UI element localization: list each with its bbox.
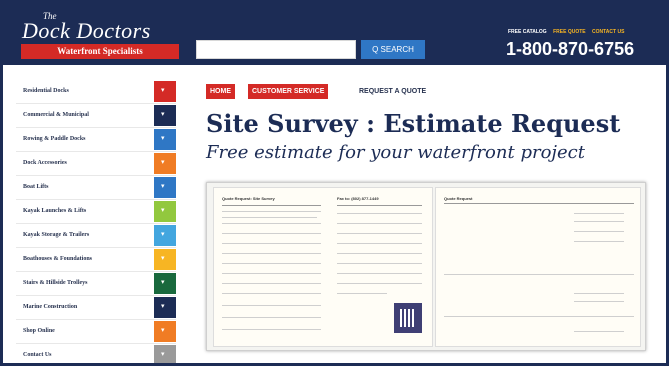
- chevron-down-icon[interactable]: [154, 81, 176, 102]
- sidebar-item-boat-lifts[interactable]: Boat Lifts: [16, 176, 176, 200]
- qr-code-icon: [394, 303, 422, 333]
- browser-screenshot: The Dock Doctors Waterfront Specialists …: [0, 0, 669, 366]
- sidebar-item-residential-docks[interactable]: Residential Docks: [16, 80, 176, 104]
- chevron-down-icon[interactable]: [154, 249, 176, 270]
- contact-link[interactable]: CONTACT US: [592, 29, 624, 35]
- sidebar-item-label: Dock Accessories: [23, 160, 67, 166]
- chevron-down-icon[interactable]: [154, 201, 176, 222]
- page-subtitle: Free estimate for your waterfront projec…: [206, 142, 585, 163]
- chevron-down-icon[interactable]: [154, 345, 176, 363]
- sidebar-item-label: Boathouses & Foundations: [23, 256, 93, 262]
- sidebar-item-label: Boat Lifts: [23, 184, 49, 190]
- sidebar-item-contact-us[interactable]: Contact Us: [16, 344, 176, 363]
- logo-tagline: Waterfront Specialists: [21, 44, 179, 59]
- search-input[interactable]: [196, 40, 356, 59]
- page-title: Site Survey : Estimate Request: [206, 109, 621, 138]
- dock-doctors-logo[interactable]: The Dock Doctors Waterfront Specialists: [16, 9, 179, 61]
- sidebar-item-label: Contact Us: [23, 352, 52, 358]
- sidebar-item-commercial-municipal[interactable]: Commercial & Municipal: [16, 104, 176, 128]
- sidebar-item-kayak-storage[interactable]: Kayak Storage & Trailers: [16, 224, 176, 248]
- sidebar-item-shop-online[interactable]: Shop Online: [16, 320, 176, 344]
- phone-number[interactable]: 1-800-870-6756: [506, 39, 634, 60]
- chevron-down-icon[interactable]: [154, 105, 176, 126]
- sidebar-item-label: Residential Docks: [23, 88, 69, 94]
- estimate-form-preview[interactable]: Quote Request: Site Survey Fax to: (802)…: [206, 182, 646, 351]
- sidebar-item-boathouses[interactable]: Boathouses & Foundations: [16, 248, 176, 272]
- form-fax-label: Fax to: (802) 877-1449: [337, 196, 379, 201]
- free-catalog-link[interactable]: FREE CATALOG: [508, 29, 547, 35]
- logo-name: Dock Doctors: [22, 18, 151, 43]
- sidebar-item-label: Marine Construction: [23, 304, 78, 310]
- sidebar-item-label: Rowing & Paddle Docks: [23, 136, 86, 142]
- chevron-down-icon[interactable]: [154, 225, 176, 246]
- sidebar-item-label: Kayak Launches & Lifts: [23, 208, 87, 214]
- sidebar-item-marine-construction[interactable]: Marine Construction: [16, 296, 176, 320]
- sidebar-item-stairs-trolleys[interactable]: Stairs & Hillside Trolleys: [16, 272, 176, 296]
- form-page-right: Quote Request: [435, 187, 641, 347]
- sidebar-item-label: Commercial & Municipal: [23, 112, 89, 118]
- breadcrumb-home[interactable]: HOME: [206, 84, 235, 99]
- chevron-down-icon[interactable]: [154, 177, 176, 198]
- chevron-down-icon[interactable]: [154, 273, 176, 294]
- chevron-down-icon[interactable]: [154, 321, 176, 342]
- breadcrumb-current: REQUEST A QUOTE: [359, 88, 427, 95]
- sidebar: Residential Docks Commercial & Municipal…: [16, 80, 176, 363]
- chevron-down-icon[interactable]: [154, 129, 176, 150]
- form-page-left: Quote Request: Site Survey Fax to: (802)…: [213, 187, 433, 347]
- header-links: FREE CATALOG FREE QUOTE CONTACT US: [508, 29, 629, 35]
- chevron-down-icon[interactable]: [154, 153, 176, 174]
- sidebar-item-label: Stairs & Hillside Trolleys: [23, 280, 88, 286]
- breadcrumb-customer-service[interactable]: CUSTOMER SERVICE: [248, 84, 329, 99]
- form-left-heading: Quote Request: Site Survey: [222, 196, 275, 201]
- site-header: The Dock Doctors Waterfront Specialists …: [3, 3, 666, 65]
- search-button[interactable]: Q SEARCH: [361, 40, 425, 59]
- sidebar-item-rowing-paddle[interactable]: Rowing & Paddle Docks: [16, 128, 176, 152]
- sidebar-item-dock-accessories[interactable]: Dock Accessories: [16, 152, 176, 176]
- chevron-down-icon[interactable]: [154, 297, 176, 318]
- free-quote-link[interactable]: FREE QUOTE: [553, 29, 586, 35]
- form-right-heading: Quote Request: [444, 196, 473, 201]
- sidebar-item-kayak-launches[interactable]: Kayak Launches & Lifts: [16, 200, 176, 224]
- sidebar-item-label: Kayak Storage & Trailers: [23, 232, 90, 238]
- sidebar-item-label: Shop Online: [23, 328, 55, 334]
